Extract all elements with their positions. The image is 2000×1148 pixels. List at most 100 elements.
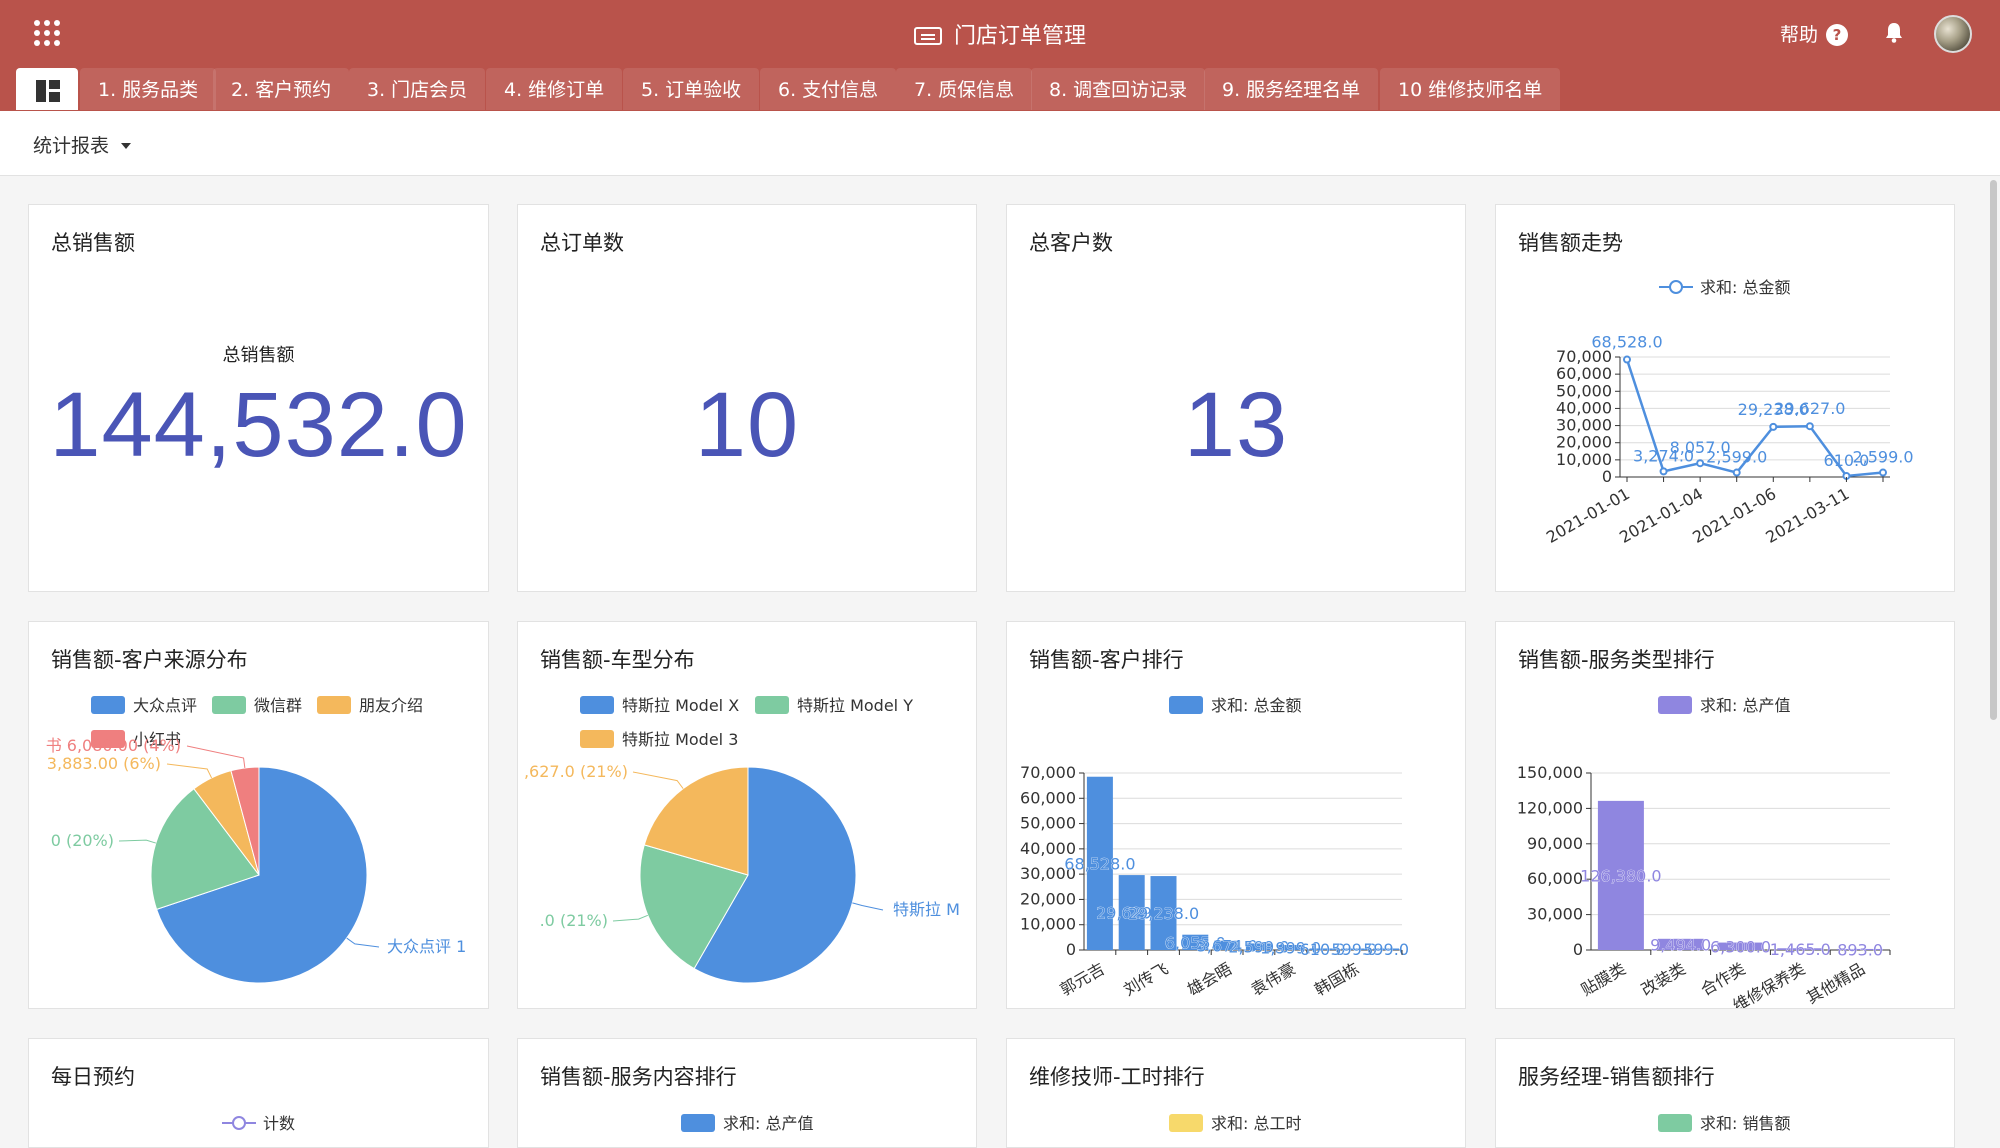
card-title: 总销售额 xyxy=(51,231,135,255)
x-tick-label: 郭元吉 xyxy=(1057,959,1108,999)
tab-service-managers[interactable]: 9. 服务经理名单 xyxy=(1204,68,1379,110)
pie-leader-line xyxy=(346,937,380,948)
tab-warranty-info[interactable]: 7. 质保信息 xyxy=(896,68,1033,110)
pie-leader-line xyxy=(166,763,213,779)
y-tick-label: 50,000 xyxy=(1556,381,1612,400)
pie-label: .0 (21%) xyxy=(540,911,608,930)
x-tick-label: 改装类 xyxy=(1638,959,1689,999)
report-selector-label: 统计报表 xyxy=(33,135,110,157)
service-type-bar-chart: 求和: 总产值 0 30,000 60,000 90,000 120,000 150,000… xyxy=(1517,696,1891,1008)
tab-technicians[interactable]: 10 维修技师名单 xyxy=(1380,68,1561,110)
chart-card-service-content-ranking: 销售额-服务内容排行 求和: 总产值 xyxy=(517,1038,977,1148)
legend-swatch xyxy=(1169,696,1203,714)
y-tick-label: 70,000 xyxy=(1020,763,1076,782)
tab-order-acceptance[interactable]: 5. 订单验收 xyxy=(623,68,760,110)
legend-label: 大众点评 xyxy=(133,696,197,715)
y-tick-label: 40,000 xyxy=(1556,398,1612,417)
x-tick-label: 韩国栋 xyxy=(1311,959,1362,999)
dashboard-icon xyxy=(36,80,60,102)
data-label: 599.0 xyxy=(1363,940,1409,959)
data-label: 2,599.0 xyxy=(1852,448,1913,467)
y-tick-label: 0 xyxy=(1066,940,1076,959)
pie-leader-line xyxy=(612,914,649,922)
data-label: 1,465.0 xyxy=(1770,940,1831,959)
legend-swatch xyxy=(755,696,789,714)
y-tick-label: 30,000 xyxy=(1527,905,1583,924)
x-tick-label: 其他精品 xyxy=(1803,959,1868,1007)
pie-label: 书 6,080.00 (4%) xyxy=(46,736,181,755)
ticket-icon xyxy=(913,27,942,45)
data-label: 893.0 xyxy=(1837,940,1883,959)
legend-label: 特斯拉 Model Y xyxy=(797,696,913,715)
data-label: 68,528.0 xyxy=(1591,333,1662,352)
legend-marker xyxy=(1669,280,1683,294)
pie-label: 大众点评 1 xyxy=(387,937,466,956)
tab-store-members[interactable]: 3. 门店会员 xyxy=(349,68,486,110)
card-title: 总客户数 xyxy=(1029,231,1113,255)
sub-bar: 统计报表 xyxy=(0,111,2000,176)
legend-swatch xyxy=(317,696,351,714)
help-icon: ? xyxy=(1826,24,1849,46)
tab-customer-booking[interactable]: 2. 客户预约 xyxy=(213,68,350,110)
y-tick-label: 50,000 xyxy=(1020,814,1076,833)
legend-label: 特斯拉 Model 3 xyxy=(622,730,738,749)
y-tick-label: 20,000 xyxy=(1020,889,1076,908)
kpi-value: 13 xyxy=(1183,374,1289,476)
tab-survey-records[interactable]: 8. 调查回访记录 xyxy=(1031,68,1206,110)
y-tick-label: 60,000 xyxy=(1556,364,1612,383)
report-selector[interactable]: 统计报表 xyxy=(33,131,132,158)
help-button[interactable]: 帮助? xyxy=(1780,20,1849,47)
pie-label: 特斯拉 M xyxy=(893,900,960,919)
chart-card-manager-sales: 服务经理-销售额排行 求和: 销售额 xyxy=(1495,1038,1955,1148)
legend-label: 求和: 总产值 xyxy=(1700,696,1790,715)
pie-label: 3,883.00 (6%) xyxy=(47,754,161,773)
data-label: 68,528.0 xyxy=(1064,854,1135,873)
x-tick-label: 刘传飞 xyxy=(1120,959,1171,999)
legend-label: 特斯拉 Model X xyxy=(622,696,739,715)
data-label: 6,300.0 xyxy=(1710,937,1771,956)
legend-swatch xyxy=(1658,1114,1692,1132)
y-tick-label: 0 xyxy=(1573,940,1583,959)
scrollbar[interactable] xyxy=(1990,180,1997,720)
bell-icon[interactable] xyxy=(1884,21,1904,43)
data-point xyxy=(1623,355,1631,364)
legend: 计数 xyxy=(222,1114,295,1133)
chart-card-technician-hours: 维修技师-工时排行 求和: 总工时 xyxy=(1006,1038,1466,1148)
sales-trend-chart: 求和: 总金额 010,00020,00030,00040,00050,00060… xyxy=(1543,278,1914,547)
kpi-value: 144,532.0 xyxy=(49,374,468,476)
y-tick-label: 60,000 xyxy=(1527,869,1583,888)
legend-label: 求和: 总金额 xyxy=(1211,696,1301,715)
legend-swatch xyxy=(1169,1114,1203,1132)
top-bar: 门店订单管理 帮助? xyxy=(0,0,2000,70)
chart-card-service-type-ranking: 销售额-服务类型排行 求和: 总产值 0 30,000 60,000 90,000 120… xyxy=(1495,621,1955,1009)
data-label: 9,494.0 xyxy=(1650,935,1711,954)
pie-label: 0 (20%) xyxy=(51,831,114,850)
pie-leader-line xyxy=(186,745,246,768)
tab-payment-info[interactable]: 6. 支付信息 xyxy=(760,68,897,110)
tab-repair-orders[interactable]: 4. 维修订单 xyxy=(486,68,623,110)
data-label: 126,380.0 xyxy=(1580,866,1661,885)
data-point xyxy=(1805,422,1814,431)
card-title: 总订单数 xyxy=(540,231,624,255)
legend-label: 微信群 xyxy=(254,696,302,715)
legend-swatch xyxy=(681,1114,715,1132)
x-tick-label: 袁伟豪 xyxy=(1248,959,1299,999)
legend-marker xyxy=(232,1116,246,1130)
y-tick-label: 150,000 xyxy=(1517,763,1583,782)
avatar[interactable] xyxy=(1934,15,1972,53)
kpi-value: 10 xyxy=(694,374,800,476)
data-point xyxy=(1732,468,1741,477)
legend: 求和: 总工时 xyxy=(1169,1114,1301,1133)
tab-dashboard[interactable] xyxy=(16,68,78,110)
app-title-text: 门店订单管理 xyxy=(953,24,1086,49)
help-label: 帮助 xyxy=(1780,24,1819,46)
tab-service-category[interactable]: 1. 服务品类 xyxy=(80,68,217,110)
y-tick-label: 10,000 xyxy=(1556,450,1612,469)
pie-leader-line xyxy=(632,771,684,789)
y-tick-label: 10,000 xyxy=(1020,915,1076,934)
chart-card-daily-bookings: 每日预约 计数 xyxy=(28,1038,489,1148)
pie-label: ,627.0 (21%) xyxy=(524,762,628,781)
y-tick-label: 60,000 xyxy=(1020,788,1076,807)
y-tick-label: 90,000 xyxy=(1527,834,1583,853)
x-tick-label: 2021-03-11 xyxy=(1762,484,1852,547)
